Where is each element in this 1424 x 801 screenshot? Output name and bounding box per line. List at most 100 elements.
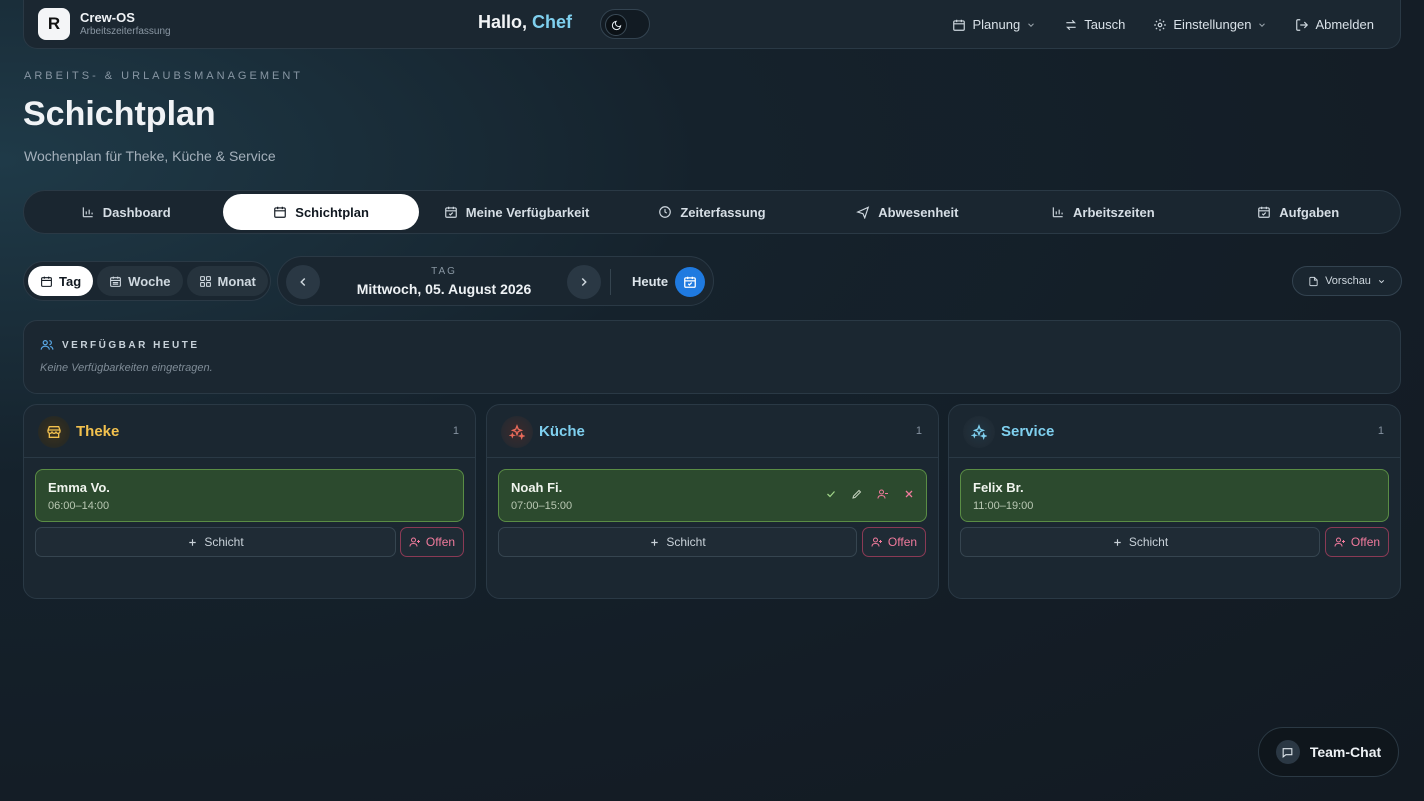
nav-logout[interactable]: Abmelden [1295, 17, 1374, 32]
calendar-week-icon [110, 276, 122, 287]
view-month-button[interactable]: Monat [186, 266, 268, 296]
column-count: 1 [452, 425, 459, 437]
preview-label: Vorschau [1325, 275, 1371, 287]
column-service: Service 1 Felix Br. 11:00–19:00 Schicht … [948, 404, 1401, 599]
shift-time: 07:00–15:00 [511, 500, 573, 512]
theme-toggle[interactable] [600, 9, 650, 39]
date-navigator: TAG Mittwoch, 05. August 2026 Heute [277, 256, 714, 306]
today-label[interactable]: Heute [632, 274, 668, 289]
divider [610, 269, 611, 295]
calendar-check-icon [1258, 206, 1271, 218]
add-shift-button[interactable]: Schicht [498, 527, 857, 557]
greeting-name: Chef [532, 12, 573, 32]
chat-icon [1275, 740, 1300, 764]
open-shift-button[interactable]: Offen [400, 527, 464, 557]
current-date: Mittwoch, 05. August 2026 [356, 281, 532, 297]
availability-panel: VERFÜGBAR HEUTE Keine Verfügbarkeiten ei… [23, 320, 1401, 394]
column-title: Theke [76, 423, 120, 440]
open-shift-label: Offen [425, 535, 456, 549]
confirm-icon[interactable] [824, 487, 838, 501]
brand[interactable]: R Crew-OS Arbeitszeiterfassung [38, 8, 171, 40]
bar-chart-icon [1052, 207, 1063, 218]
open-shift-label: Offen [887, 535, 918, 549]
chevron-down-icon [1028, 22, 1035, 27]
column-title: Küche [539, 423, 585, 440]
calendar-icon [274, 206, 287, 218]
add-shift-button[interactable]: Schicht [960, 527, 1320, 557]
calendar-icon [41, 276, 52, 287]
tab-availability[interactable]: Meine Verfügbarkeit [419, 194, 614, 230]
column-kueche: Küche 1 Noah Fi. 07:00–15:00 Schicht Off… [486, 404, 939, 599]
nav-logout-label: Abmelden [1315, 17, 1374, 32]
page-subtitle: Wochenplan für Theke, Küche & Service [24, 148, 276, 164]
user-remove-icon[interactable] [876, 487, 890, 501]
prev-date-button[interactable] [286, 265, 320, 299]
team-chat-label: Team-Chat [1309, 744, 1382, 760]
shift-employee: Felix Br. [973, 480, 1024, 495]
team-chat-button[interactable]: Team-Chat [1258, 727, 1399, 777]
view-week-button[interactable]: Woche [97, 266, 183, 296]
view-day-button[interactable]: Tag [28, 266, 94, 296]
gear-icon [1154, 18, 1167, 31]
tab-time-tracking[interactable]: Zeiterfassung [614, 194, 809, 230]
logout-icon [1296, 18, 1309, 31]
shift-card[interactable]: Felix Br. 11:00–19:00 [960, 469, 1389, 522]
next-date-button[interactable] [567, 265, 601, 299]
shift-card[interactable]: Noah Fi. 07:00–15:00 [498, 469, 927, 522]
page-eyebrow: ARBEITS- & URLAUBSMANAGEMENT [24, 70, 303, 82]
calendar-check-icon [444, 206, 457, 218]
open-shift-button[interactable]: Offen [1325, 527, 1389, 557]
nav-swap[interactable]: Tausch [1064, 17, 1125, 32]
tab-label: Schichtplan [295, 204, 369, 220]
nav-swap-label: Tausch [1084, 17, 1126, 32]
column-theke: Theke 1 Emma Vo. 06:00–14:00 Schicht Off… [23, 404, 476, 599]
chevron-right-icon [581, 277, 587, 287]
tab-working-hours[interactable]: Arbeitszeiten [1005, 194, 1200, 230]
plus-icon [189, 538, 197, 546]
view-week-label: Woche [128, 273, 171, 289]
nav-settings-label: Einstellungen [1173, 17, 1252, 32]
today-button[interactable] [675, 267, 705, 297]
tab-label: Abwesenheit [878, 204, 959, 220]
plus-icon [1114, 538, 1121, 546]
chevron-left-icon [300, 277, 306, 287]
tab-tasks[interactable]: Aufgaben [1201, 194, 1396, 230]
user-plus-icon [871, 537, 882, 547]
nav-settings[interactable]: Einstellungen [1153, 17, 1267, 32]
shift-card[interactable]: Emma Vo. 06:00–14:00 [35, 469, 464, 522]
tab-label: Dashboard [102, 204, 171, 220]
plus-icon [651, 538, 659, 546]
nav-planning[interactable]: Planung [952, 17, 1036, 32]
column-count: 1 [915, 425, 922, 437]
bar-chart-icon [82, 207, 93, 218]
sparkles-icon [963, 416, 995, 448]
shift-employee: Emma Vo. [48, 480, 110, 495]
add-shift-label: Schicht [666, 535, 706, 549]
swap-icon [1066, 19, 1077, 30]
store-icon [38, 416, 70, 448]
greeting: Hallo, Chef [478, 12, 572, 33]
tab-absence[interactable]: Abwesenheit [810, 194, 1005, 230]
shift-employee: Noah Fi. [511, 480, 563, 495]
view-month-label: Monat [217, 273, 256, 289]
view-day-label: Tag [59, 273, 82, 289]
calendar-check-icon [684, 276, 696, 288]
calendar-icon [953, 19, 966, 31]
grid-icon [199, 275, 211, 287]
add-shift-button[interactable]: Schicht [35, 527, 396, 557]
tab-schichtplan[interactable]: Schichtplan [223, 194, 419, 230]
clock-icon [659, 206, 672, 218]
availability-empty: Keine Verfügbarkeiten eingetragen. [40, 362, 213, 374]
shift-time: 06:00–14:00 [48, 500, 110, 512]
tab-dashboard[interactable]: Dashboard [28, 194, 223, 230]
tab-label: Meine Verfügbarkeit [465, 204, 590, 220]
app-name: Crew-OS [80, 10, 135, 26]
greeting-prefix: Hallo, [478, 12, 533, 32]
plane-icon [856, 206, 870, 219]
add-shift-label: Schicht [204, 535, 244, 549]
edit-icon[interactable] [850, 487, 864, 501]
delete-icon[interactable] [902, 487, 916, 501]
open-shift-button[interactable]: Offen [862, 527, 926, 557]
preview-dropdown[interactable]: Vorschau [1292, 266, 1402, 296]
open-shift-label: Offen [1350, 535, 1381, 549]
